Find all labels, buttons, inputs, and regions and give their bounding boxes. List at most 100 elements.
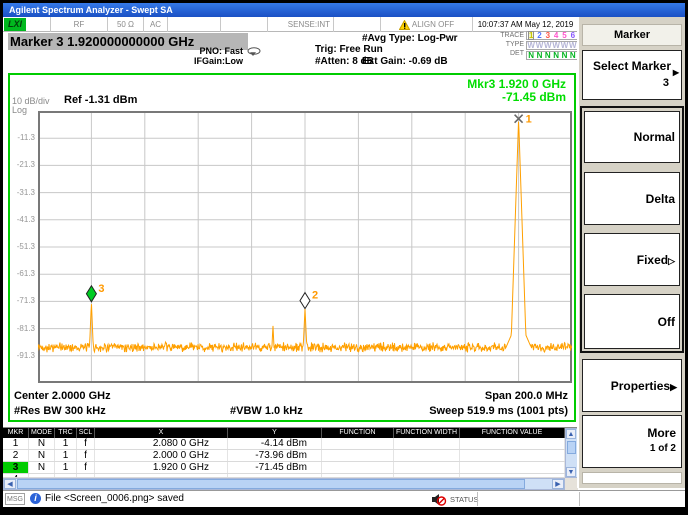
scroll-left-button[interactable]: ◀ <box>4 479 16 489</box>
align-indicator: ALIGN OFF <box>381 17 473 32</box>
cell-y: -73.96 dBm <box>228 450 322 461</box>
y-axis-tick-label: -51.3 <box>11 242 35 251</box>
rbw-label: #Res BW 300 kHz <box>14 405 106 417</box>
measurement-display: Mkr3 1.920 0 GHz -71.45 dBm 10 dB/div Lo… <box>8 73 576 422</box>
coupling-indicator: AC <box>144 17 168 32</box>
align-label: ALIGN OFF <box>412 20 454 29</box>
properties-button[interactable]: Properties▶ <box>582 359 682 412</box>
statusbar-separator-2 <box>579 492 580 506</box>
marker-table-body: 1N1f2.080 0 GHz-4.14 dBm2N1f2.000 0 GHz-… <box>3 438 565 478</box>
avg-type-label: #Avg Type: Log-Pwr <box>362 33 458 44</box>
marker-mode-group: Normal Delta Fixed▷ Off <box>580 106 684 353</box>
cell-trc <box>55 474 77 477</box>
trace-type-2: W <box>536 42 544 49</box>
vertical-scroll-thumb[interactable] <box>567 441 576 454</box>
trace-type-4: W <box>552 42 560 49</box>
trace-det-5: N <box>562 52 568 59</box>
column-header-function-value: FUNCTION VALUE <box>460 428 565 438</box>
warning-icon <box>399 20 410 30</box>
cell-function <box>322 474 394 477</box>
y-axis-tick-label: -91.3 <box>11 351 35 360</box>
cell-function-width <box>394 462 460 473</box>
trace-det-1: N <box>528 52 534 59</box>
y-axis-tick-label: -11.3 <box>11 133 35 142</box>
cell-function-value <box>460 462 565 473</box>
scroll-up-button[interactable]: ▲ <box>566 429 576 439</box>
window-title: Agilent Spectrum Analyzer - Swept SA <box>9 5 173 15</box>
ifgain-label: IFGain:Low <box>163 56 243 66</box>
properties-label: Properties <box>611 379 670 393</box>
cell-function-width <box>394 474 460 477</box>
marker-table: MKRMODETRCSCLXYFUNCTIONFUNCTION WIDTHFUN… <box>3 427 578 489</box>
cell-scl: f <box>77 462 95 473</box>
strip-spacer-3 <box>334 17 381 32</box>
delta-button[interactable]: Delta <box>584 172 680 225</box>
trace-row-label: TRACE <box>463 32 524 39</box>
vbw-label: #VBW 1.0 kHz <box>230 405 303 417</box>
trace-type-6: W <box>569 42 577 49</box>
cell-function-value <box>460 450 565 461</box>
y-axis-tick-label: -21.3 <box>11 160 35 169</box>
normal-button[interactable]: Normal <box>584 111 680 163</box>
select-marker-button[interactable]: Select Marker ▶ 3 <box>582 50 682 100</box>
delta-label: Delta <box>646 192 675 206</box>
graticule-grid <box>38 111 572 383</box>
span-label: Span 200.0 MHz <box>485 390 568 402</box>
more-button[interactable]: More 1 of 2 <box>582 415 682 468</box>
softkey-menu: Marker Select Marker ▶ 3 NormalDeltaFixe… <box>577 17 685 488</box>
cell-mkr: 3 <box>3 462 29 473</box>
column-header-function: FUNCTION <box>322 428 394 438</box>
table-row-marker-3[interactable]: 3N1f1.920 0 GHz-71.45 dBm <box>3 462 565 474</box>
marker-1-glyph[interactable]: 1 <box>515 114 532 126</box>
table-row-marker-1[interactable]: 1N1f2.080 0 GHz-4.14 dBm <box>3 438 565 450</box>
cell-function-width <box>394 438 460 449</box>
submenu-arrow-icon: ▶ <box>673 68 679 77</box>
trace-number-3: 3 <box>546 32 550 39</box>
type-row-label: TYPE <box>463 41 524 48</box>
fixed-button[interactable]: Fixed▷ <box>584 233 680 286</box>
trace-det-3: N <box>545 52 551 59</box>
cell-mode <box>29 474 55 477</box>
cell-trc: 1 <box>55 438 77 449</box>
column-header-function-width: FUNCTION WIDTH <box>394 428 460 438</box>
submenu-arrow-icon: ▷ <box>668 256 675 266</box>
cell-mode: N <box>29 450 55 461</box>
info-icon: i <box>30 493 41 504</box>
trace-number-2: 2 <box>537 32 541 39</box>
trace-det-2: N <box>537 52 543 59</box>
table-row-marker-2[interactable]: 2N1f2.000 0 GHz-73.96 dBm <box>3 450 565 462</box>
menu-empty-strip <box>582 472 682 484</box>
off-button[interactable]: Off <box>584 294 680 349</box>
strip-spacer-1 <box>168 17 221 32</box>
pno-label: PNO: Fast <box>163 46 243 56</box>
column-header-x: X <box>95 428 228 438</box>
off-label: Off <box>658 315 675 329</box>
marker-1-label: 1 <box>526 114 532 126</box>
cell-trc: 1 <box>55 450 77 461</box>
marker-3-label: 3 <box>98 283 104 295</box>
cell-scl: f <box>77 438 95 449</box>
cell-y <box>228 474 322 477</box>
marker-3-glyph[interactable]: 3 <box>86 283 104 302</box>
trace-det-4: N <box>553 52 559 59</box>
horizontal-scroll-thumb[interactable] <box>17 479 525 489</box>
cell-y: -71.45 dBm <box>228 462 322 473</box>
cell-mkr: 1 <box>3 438 29 449</box>
cell-function-value <box>460 474 565 477</box>
lxi-cell: LXI <box>3 17 51 32</box>
trace-type-5: W <box>561 42 569 49</box>
center-freq-label: Center 2.0000 GHz <box>14 390 111 402</box>
marker-table-header: MKRMODETRCSCLXYFUNCTIONFUNCTION WIDTHFUN… <box>3 428 565 438</box>
instrument-screen: Agilent Spectrum Analyzer - Swept SA LXI… <box>3 3 685 507</box>
scroll-down-button[interactable]: ▼ <box>566 467 576 477</box>
datetime-label: 10:07:37 AM May 12, 2019 <box>473 17 578 32</box>
trigger-label: Trig: Free Run <box>315 44 383 55</box>
cell-function <box>322 450 394 461</box>
ext-gain-label: Ext Gain: -0.69 dB <box>362 56 448 67</box>
trace-type-1: W <box>527 42 535 49</box>
cell-x: 2.080 0 GHz <box>95 438 228 449</box>
cell-x <box>95 474 228 477</box>
marker-2-glyph[interactable]: 2 <box>300 290 318 309</box>
horizontal-scrollbar[interactable]: ◀ ▶ <box>3 478 565 490</box>
scroll-right-button[interactable]: ▶ <box>552 479 564 489</box>
